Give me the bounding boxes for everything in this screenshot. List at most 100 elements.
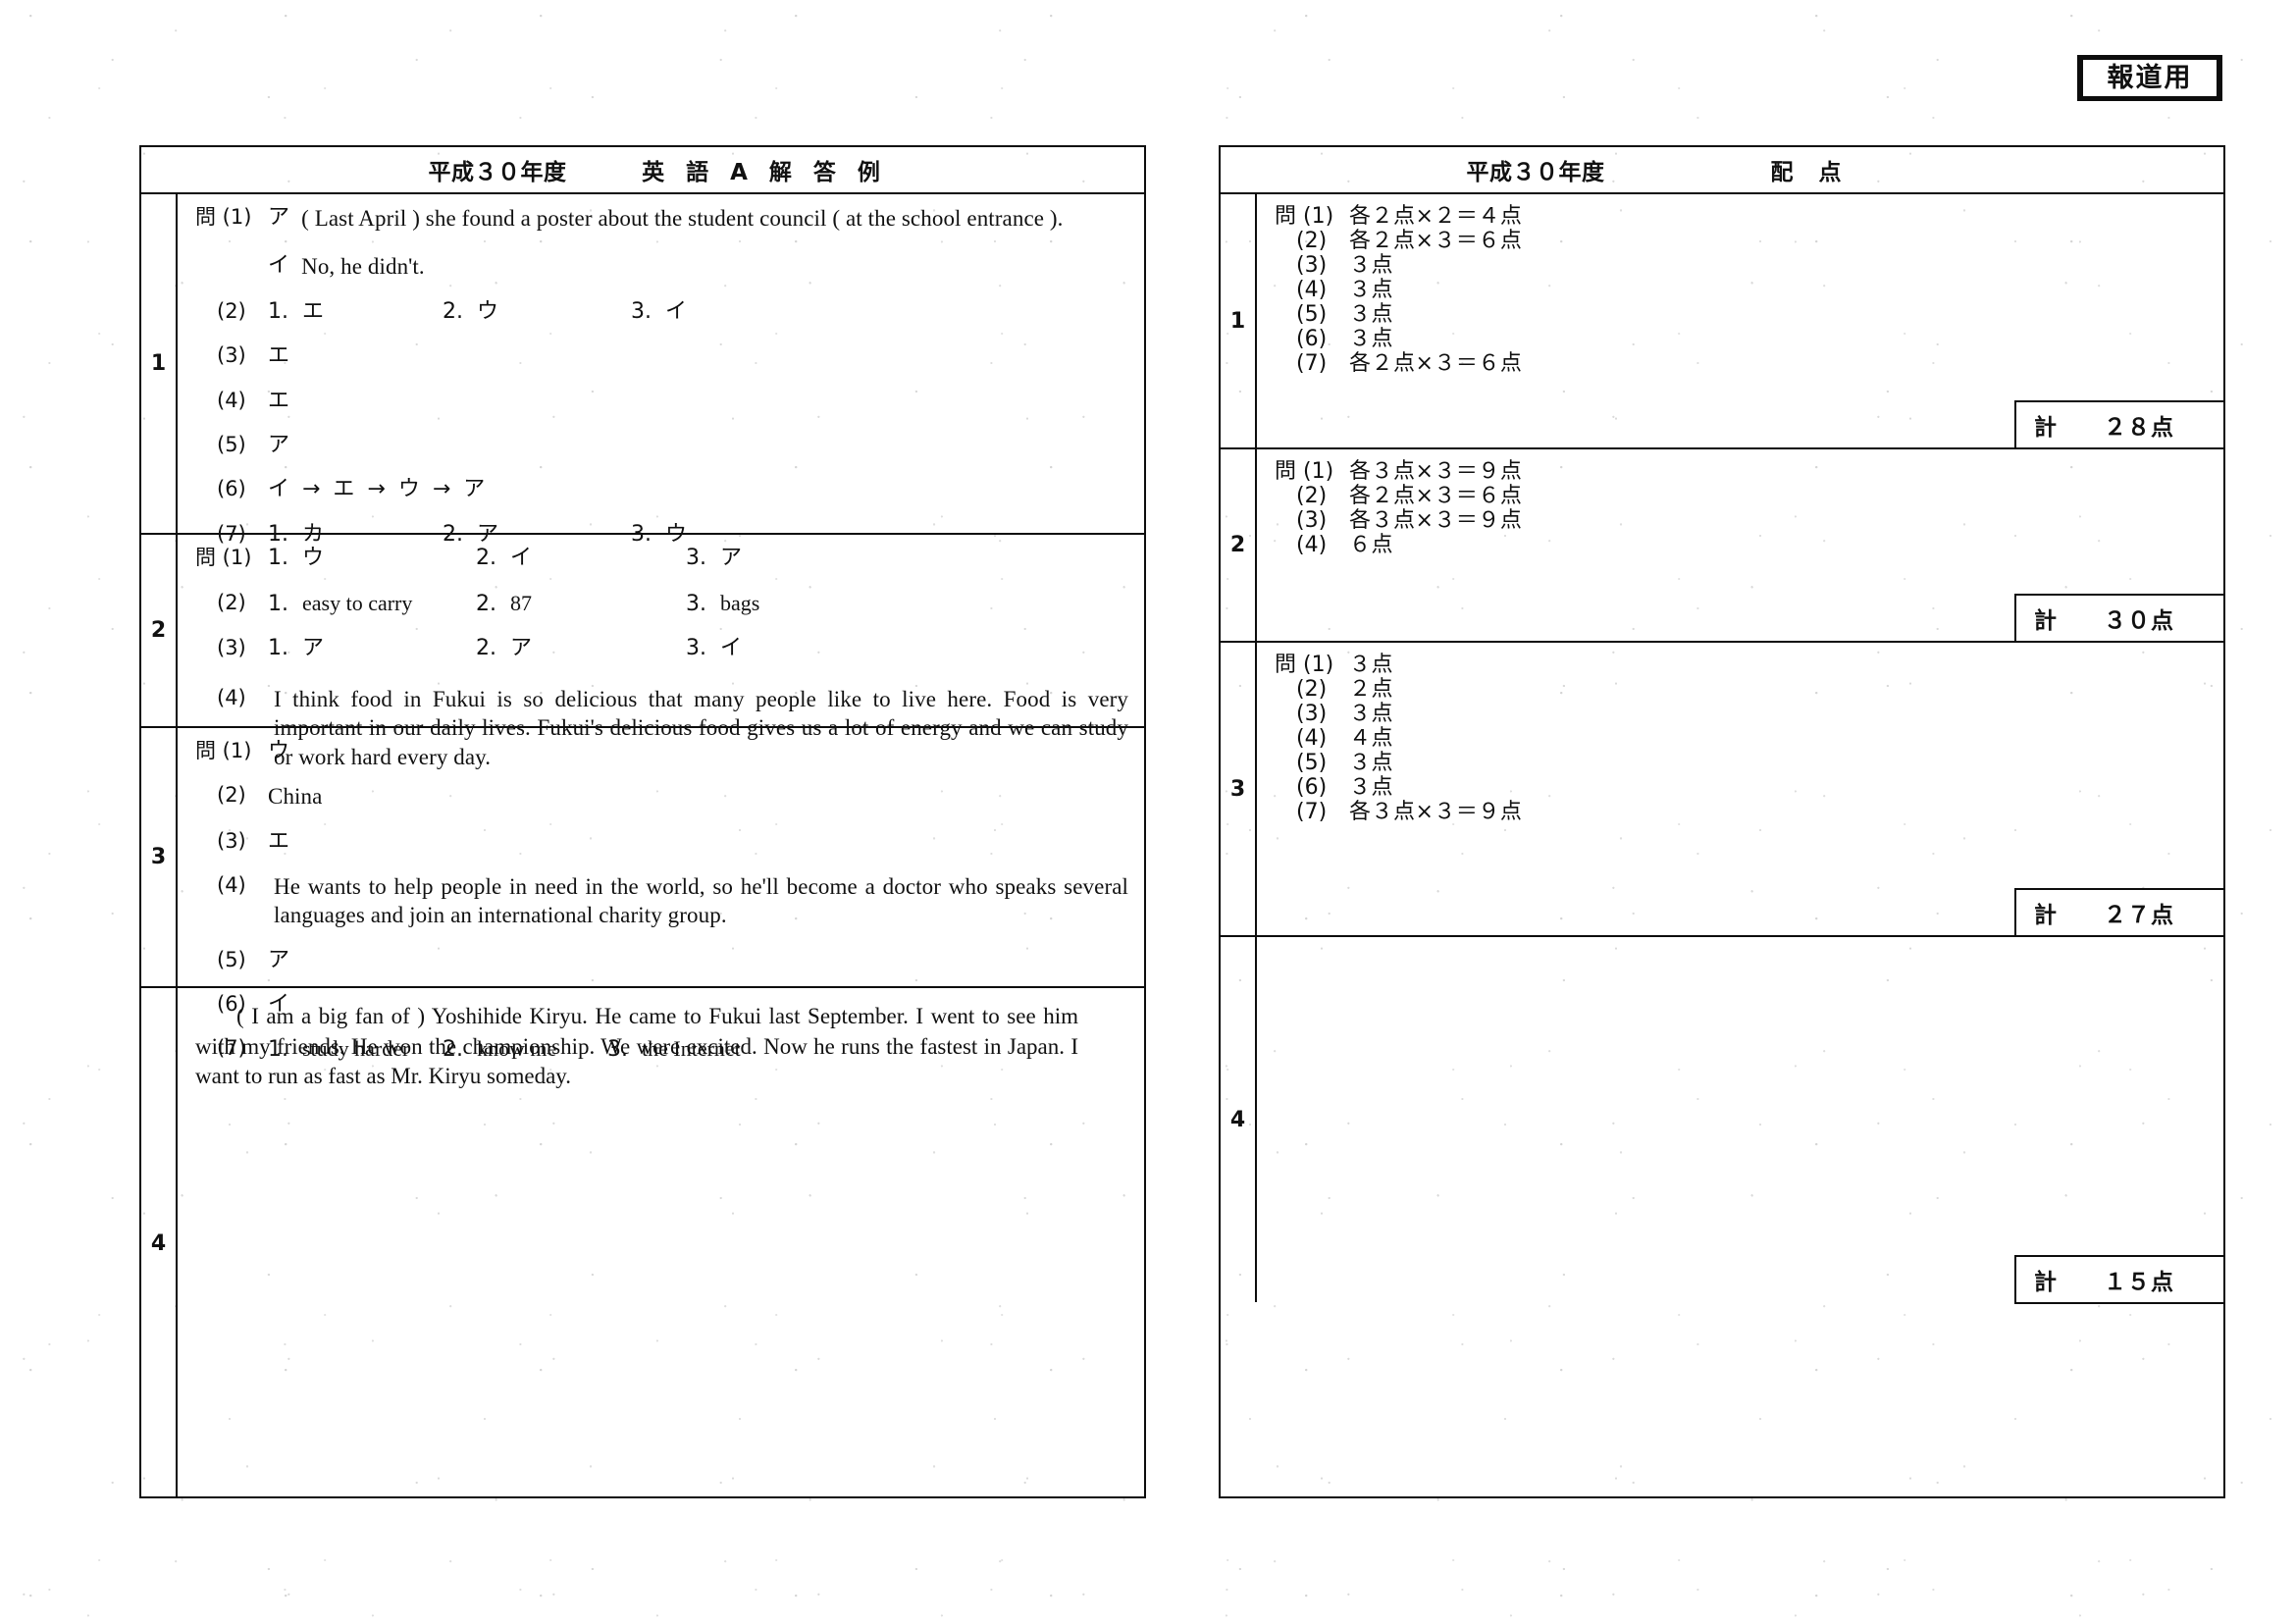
- points-item-label: (3): [1296, 508, 1328, 534]
- points-item-value: ３点: [1349, 751, 1394, 776]
- answer-subitem-number: 3.: [686, 591, 706, 616]
- answer-subitem: 2. ウ: [443, 298, 631, 327]
- answer-subitem-value: easy to carry: [302, 590, 413, 615]
- answer-row-number: 1: [141, 194, 178, 533]
- points-item: (2) ２点: [1275, 677, 2208, 702]
- answer-item-label: (2): [217, 298, 246, 323]
- points-item-label: (2): [1296, 229, 1328, 254]
- answer-item-text: No, he didn't.: [301, 254, 425, 280]
- answer-item-label: 問 (1): [195, 205, 252, 229]
- answer-item-label: (2): [217, 783, 246, 808]
- points-item-value: ６点: [1349, 533, 1394, 558]
- points-total-value: ２７点: [2104, 903, 2174, 928]
- answer-subitem-value: エ: [302, 298, 325, 324]
- answer-item: (6) イ → エ → ウ → ア: [195, 476, 1128, 504]
- points-item: (2) 各２点×３＝６点: [1275, 484, 2208, 508]
- answer-subitem-value: ア: [510, 636, 533, 661]
- points-item: 問 (1) 各３点×３＝９点: [1275, 459, 2208, 484]
- points-item-label: 問 (1): [1275, 459, 1334, 484]
- answer-item-label: (3): [217, 828, 246, 853]
- points-item-value: ３点: [1349, 278, 1394, 303]
- answer-item-columns: 1. ア 2. ア 3. イ: [256, 635, 742, 663]
- points-item-value: 各２点×３＝６点: [1349, 229, 1523, 254]
- answer-item-kana: ウ: [268, 739, 290, 763]
- press-use-badge: 報道用: [2077, 55, 2222, 101]
- answer-subitem: 2. ア: [476, 635, 686, 663]
- answer-subitem-value: 87: [510, 590, 532, 615]
- points-item-label: (5): [1296, 302, 1328, 328]
- answer-subitem-number: 3.: [686, 546, 706, 570]
- answer-item-label: 問 (1): [195, 739, 252, 762]
- answer-subitem-value: ウ: [477, 298, 499, 324]
- points-item-value: ４点: [1349, 726, 1394, 752]
- points-item-label: (5): [1296, 751, 1328, 776]
- points-total-label: 計: [2034, 608, 2057, 634]
- answer-subitem: 1. easy to carry: [268, 590, 476, 619]
- answer-item-kana: ア: [268, 432, 290, 457]
- answer-subitem-value: ア: [302, 636, 325, 661]
- points-item: (4) ４点: [1275, 726, 2208, 751]
- answer-subitem: 2. 87: [476, 590, 686, 619]
- answer-subitem-number: 1.: [268, 636, 288, 661]
- answer-item-kana: エ: [268, 828, 290, 854]
- points-total-label: 計: [2034, 415, 2057, 441]
- points-item-label: (7): [1296, 800, 1328, 825]
- points-item-label: (6): [1296, 327, 1328, 352]
- answer-item-columns: 1. ウ 2. イ 3. ア: [256, 545, 742, 573]
- points-item-value: 各２点×２＝４点: [1349, 204, 1523, 229]
- answer-row-number: 2: [141, 535, 178, 726]
- points-total-value: １５点: [2104, 1270, 2174, 1295]
- answer-row-2: 2 問 (1) 1. ウ 2. イ 3. ア (2) 1. easy to ca…: [141, 535, 1144, 769]
- answer-subitem: 3. イ: [631, 298, 687, 327]
- answer-item: イ No, he didn't.: [195, 252, 1128, 281]
- points-item-value: 各３点×３＝９点: [1349, 459, 1523, 484]
- points-row-number: 4: [1221, 937, 1257, 1302]
- answer-item-text: China: [268, 784, 323, 810]
- answer-subitem-number: 3.: [631, 298, 652, 324]
- answer-item: (2) 1. エ 2. ウ 3. イ: [195, 298, 1128, 327]
- points-item-value: 各３点×３＝９点: [1349, 800, 1523, 825]
- points-item-value: 各２点×３＝６点: [1349, 484, 1523, 509]
- answer-subitem-number: 2.: [476, 591, 496, 616]
- points-item-label: (4): [1296, 278, 1328, 303]
- points-row-content: 問 (1) ３点 (2) ２点 (3) ３点 (4) ４点 (5) ３点 (6)…: [1257, 643, 2225, 937]
- points-item-value: ３点: [1349, 775, 1394, 801]
- points-row-number: 3: [1221, 643, 1257, 935]
- points-item-label: (2): [1296, 677, 1328, 703]
- answer-subitem: 3. ア: [686, 545, 742, 573]
- answer-item-label: (3): [217, 636, 246, 660]
- answer-row-content: 問 (1) ウ (2) China (3) エ (4) He wants to …: [178, 728, 1144, 1062]
- answer-item: (3) エ: [195, 828, 1128, 856]
- points-item: (5) ３点: [1275, 751, 2208, 775]
- point-allocation-table: 平成３０年度 配 点 1 問 (1) 各２点×２＝４点 (2) 各２点×３＝６点…: [1219, 145, 2225, 1498]
- answer-subitem: 1. ア: [268, 635, 476, 663]
- points-item-value: ３点: [1349, 653, 1394, 677]
- points-item: (6) ３点: [1275, 327, 2208, 351]
- points-row-2: 2 問 (1) 各３点×３＝９点 (2) 各２点×３＝６点 (3) 各３点×３＝…: [1221, 449, 2225, 643]
- points-item: (6) ３点: [1275, 775, 2208, 800]
- points-list: 問 (1) 各２点×２＝４点 (2) 各２点×３＝６点 (3) ３点 (4) ３…: [1275, 204, 2208, 377]
- answer-item-text: ( Last April ) she found a poster about …: [301, 206, 1064, 231]
- points-total-box: 計 ２７点: [2014, 888, 2225, 937]
- answer-item-label: (5): [217, 947, 246, 971]
- points-row-4: 4 計 １５点: [1221, 937, 2225, 1304]
- answer-subitem-number: 1.: [268, 546, 288, 570]
- answer-item-kana: イ: [268, 253, 290, 279]
- points-total-label: 計: [2034, 1270, 2057, 1295]
- answer-row-1: 1 問 (1) ア ( Last April ) she found a pos…: [141, 194, 1144, 547]
- answer-item: (3) 1. ア 2. ア 3. イ: [195, 635, 1128, 663]
- answer-free-writing-text: ( I am a big fan of ) Yoshihide Kiryu. H…: [195, 1004, 1078, 1089]
- answer-item-kana: ア: [268, 205, 290, 230]
- points-item-label: (6): [1296, 775, 1328, 801]
- answer-item-label: (4): [217, 388, 246, 412]
- points-item: (7) 各３点×３＝９点: [1275, 800, 2208, 824]
- answer-subitem-number: 2.: [476, 636, 496, 661]
- answer-item: (3) エ: [195, 342, 1128, 370]
- answer-subitem-number: 2.: [443, 298, 463, 324]
- points-total-value: ２８点: [2104, 415, 2174, 441]
- answer-item: 問 (1) ウ: [195, 738, 1128, 765]
- points-item-value: 各２点×３＝６点: [1349, 351, 1523, 377]
- answer-item-label: (3): [217, 343, 246, 368]
- answer-item-label: (6): [217, 476, 246, 500]
- answer-item-label: (4): [217, 872, 246, 897]
